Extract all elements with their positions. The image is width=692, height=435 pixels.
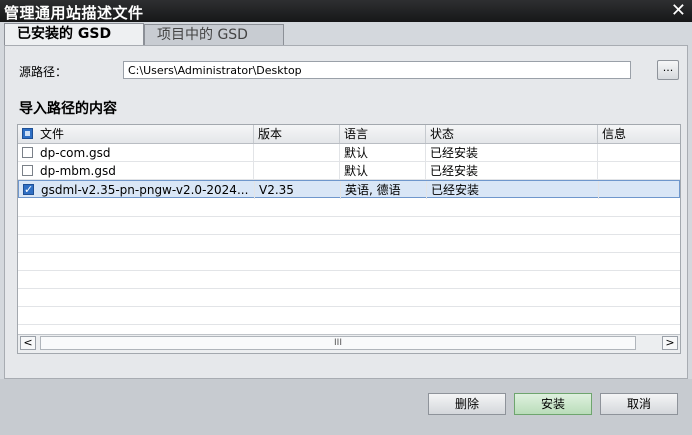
source-path-field[interactable]: C:\Users\Administrator\Desktop [123,61,631,79]
install-button[interactable]: 安装 [514,393,592,415]
file-name: dp-mbm.gsd [40,164,116,178]
browse-button[interactable]: ... [657,60,679,80]
empty-row [18,289,680,307]
empty-row [18,235,680,253]
table-row[interactable]: dp-mbm.gsd 默认 已经安装 [18,162,680,180]
source-path-label: 源路径： [19,65,68,79]
tab-content-panel: 源路径： C:\Users\Administrator\Desktop ... … [4,45,688,379]
scroll-thumb[interactable]: III [40,336,636,350]
scroll-left-icon[interactable]: < [20,336,36,350]
row-file-cell: dp-com.gsd [18,144,254,162]
file-name: gsdml-v2.35-pn-pngw-v2.0-2024... [41,183,249,197]
info-cell [599,181,680,199]
row-file-cell: dp-mbm.gsd [18,162,254,180]
info-cell [598,144,680,162]
status-cell: 已经安装 [426,144,598,162]
delete-button[interactable]: 删除 [428,393,506,415]
column-version[interactable]: 版本 [254,125,340,143]
empty-row [18,307,680,325]
column-file[interactable]: 文件 [18,125,254,143]
row-checkbox[interactable] [22,165,33,176]
row-checkbox[interactable] [22,147,33,158]
tab-strip: 已安装的 GSD 项目中的 GSD [4,22,688,46]
gsd-manager-window: 管理通用站描述文件 ✕ 已安装的 GSD 项目中的 GSD 源路径： C:\Us… [0,0,692,435]
status-cell: 已经安装 [426,162,598,180]
table-row[interactable]: dp-com.gsd 默认 已经安装 [18,144,680,162]
horizontal-scrollbar[interactable]: < III > [18,334,680,353]
scroll-right-icon[interactable]: > [662,336,678,350]
language-cell: 默认 [340,144,426,162]
column-file-label: 文件 [40,127,65,141]
tab-installed-gsd[interactable]: 已安装的 GSD [4,23,144,46]
title-bar: 管理通用站描述文件 ✕ [0,0,692,22]
window-title: 管理通用站描述文件 [4,4,144,22]
cancel-button[interactable]: 取消 [600,393,678,415]
empty-row [18,199,680,217]
row-checkbox-checked[interactable] [23,181,34,199]
table-header: 文件 版本 语言 状态 信息 [18,125,680,144]
version-cell [254,144,340,162]
row-file-cell: gsdml-v2.35-pn-pngw-v2.0-2024... [19,181,255,199]
empty-row [18,253,680,271]
status-cell: 已经安装 [427,181,599,199]
column-status[interactable]: 状态 [426,125,598,143]
dialog-footer: 删除 安装 取消 [0,379,692,435]
gsd-file-table: 文件 版本 语言 状态 信息 dp-com.gsd 默认 已经安装 dp-mbm… [17,124,681,354]
file-name: dp-com.gsd [40,146,111,160]
version-cell [254,162,340,180]
version-cell: V2.35 [255,181,341,199]
select-all-checkbox[interactable] [22,128,33,139]
close-icon[interactable]: ✕ [671,0,686,21]
table-row-selected[interactable]: gsdml-v2.35-pn-pngw-v2.0-2024... V2.35 英… [18,180,680,199]
language-cell: 默认 [340,162,426,180]
language-cell: 英语, 德语 [341,181,427,199]
column-info[interactable]: 信息 [598,125,680,143]
info-cell [598,162,680,180]
empty-row [18,271,680,289]
empty-row [18,217,680,235]
section-title: 导入路径的内容 [19,101,117,117]
tab-project-gsd[interactable]: 项目中的 GSD [144,24,284,46]
column-language[interactable]: 语言 [340,125,426,143]
